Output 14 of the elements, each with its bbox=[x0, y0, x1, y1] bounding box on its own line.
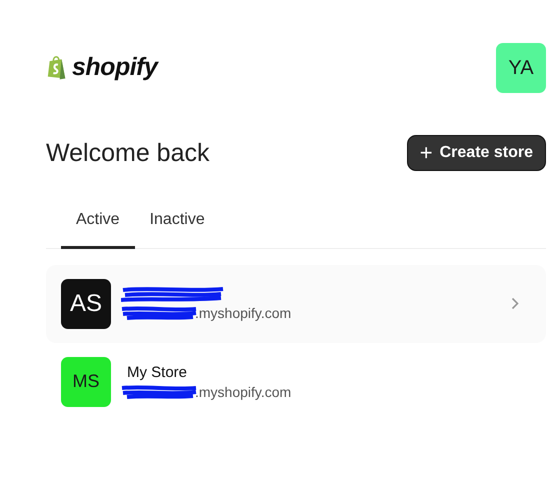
store-avatar: AS bbox=[61, 278, 111, 328]
logo-wordmark: shopify bbox=[72, 52, 158, 82]
user-avatar[interactable]: YA bbox=[496, 43, 546, 93]
tab[interactable]: Inactive bbox=[134, 211, 220, 249]
shopping-bag-icon bbox=[46, 54, 68, 80]
store-domain: .myshopify.com bbox=[195, 384, 292, 400]
page-heading: Welcome back bbox=[46, 138, 210, 168]
tab[interactable]: Active bbox=[61, 211, 135, 249]
create-store-button[interactable]: + Create store bbox=[406, 135, 546, 171]
store-avatar: MS bbox=[61, 356, 111, 406]
chevron-right-icon bbox=[511, 297, 519, 310]
store-name: My Store bbox=[127, 364, 188, 380]
store-row[interactable]: AS .myshopify.com bbox=[46, 264, 546, 342]
store-domain: .myshopify.com bbox=[195, 305, 292, 321]
